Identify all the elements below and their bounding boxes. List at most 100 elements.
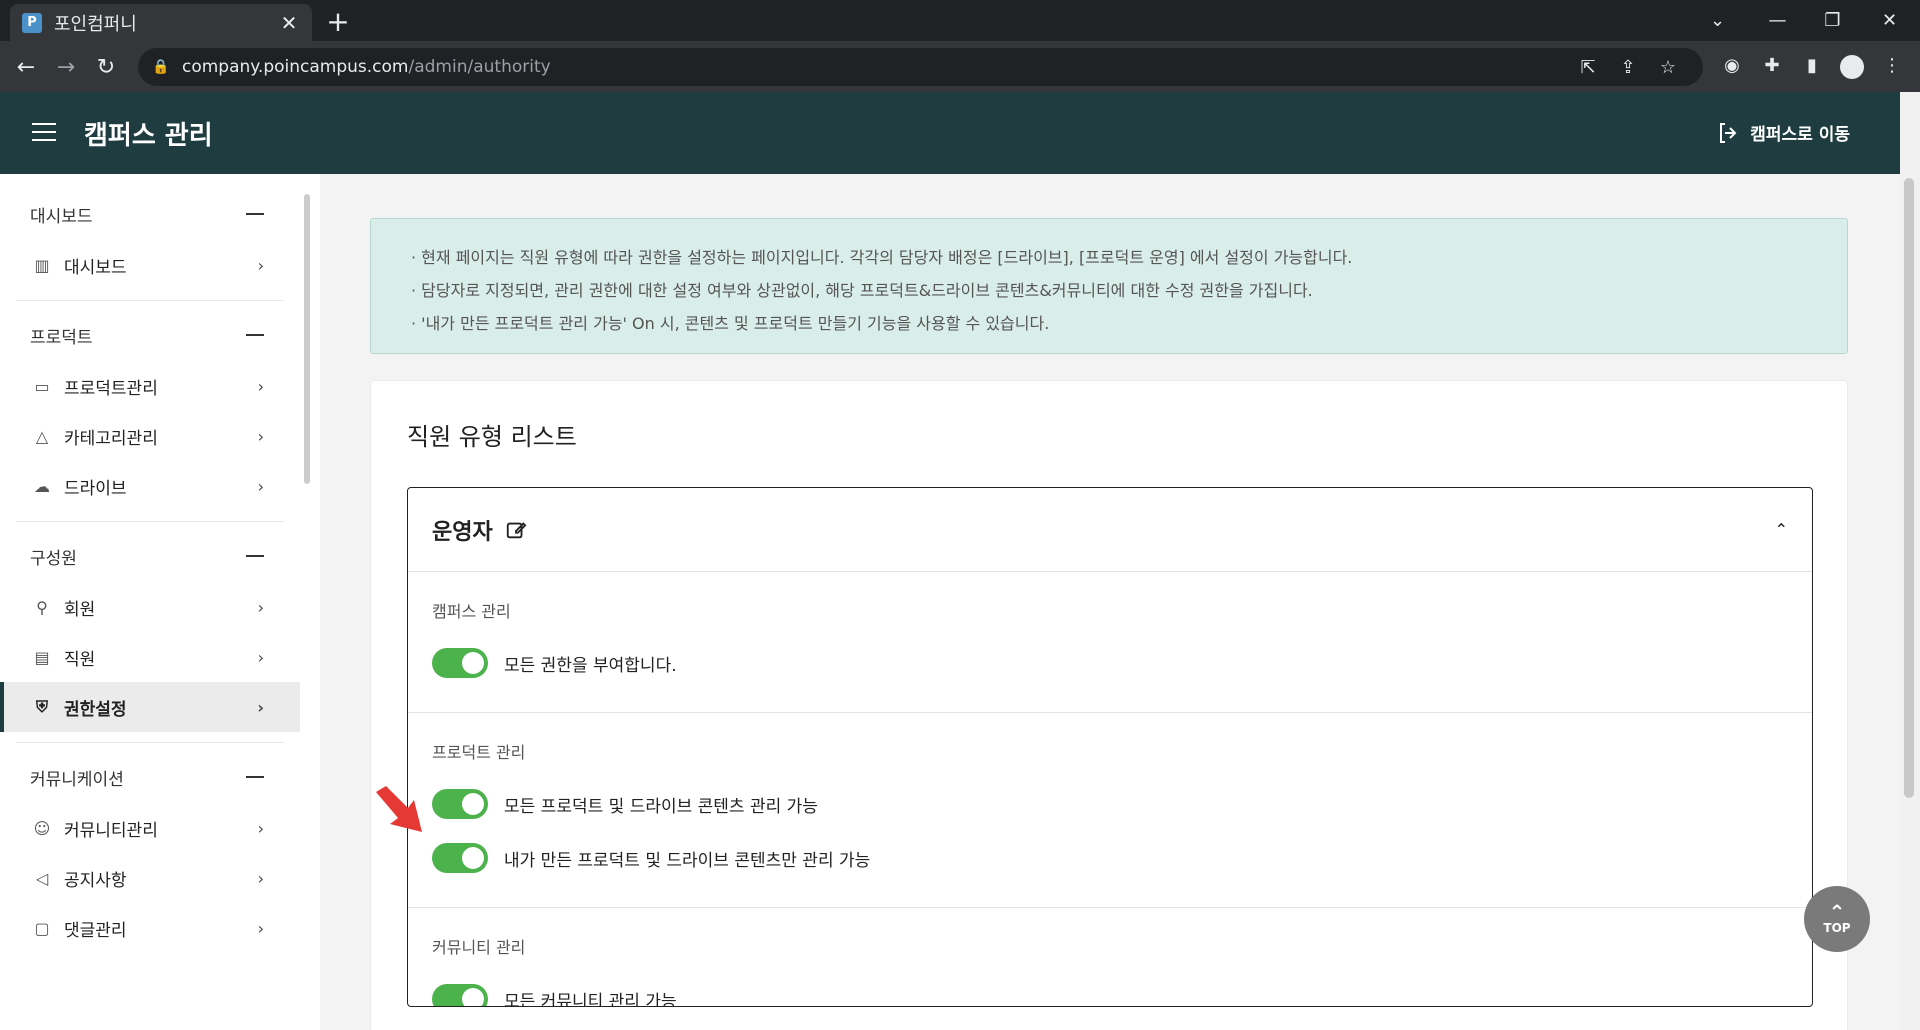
notice-box: · 현재 페이지는 직원 유형에 따라 권한을 설정하는 페이지입니다. 각각의… bbox=[370, 218, 1848, 354]
chevron-right-icon: › bbox=[257, 697, 264, 717]
favicon-icon: P bbox=[22, 12, 42, 33]
perm-section-product: 프로덕트 관리 모든 프로덕트 및 드라이브 콘텐츠 관리 가능 내가 만든 프… bbox=[408, 713, 1812, 908]
divider bbox=[16, 742, 284, 743]
chevron-right-icon: › bbox=[257, 426, 264, 446]
role-panel: 운영자 ⌃ 캠퍼스 관리 모든 권한을 부여합니다. 프로덕트 관리 모든 프로… bbox=[407, 487, 1813, 1007]
open-external-icon[interactable]: ⇱ bbox=[1573, 57, 1603, 78]
hamburger-menu-icon[interactable] bbox=[32, 123, 56, 141]
restore-icon[interactable]: ❐ bbox=[1805, 0, 1860, 41]
url-path: /admin/authority bbox=[408, 57, 551, 77]
reload-icon[interactable]: ↻ bbox=[88, 49, 124, 85]
perm-label: 모든 권한을 부여합니다. bbox=[504, 655, 677, 676]
chevron-up-icon[interactable]: ⌃ bbox=[1775, 520, 1788, 539]
chevron-right-icon: › bbox=[257, 647, 264, 667]
sidebar-item-staff[interactable]: ▤ 직원 › bbox=[0, 632, 300, 682]
sidebar-item-label: 공지사항 bbox=[64, 870, 127, 891]
tab-close-icon[interactable]: ✕ bbox=[278, 11, 300, 35]
close-window-icon[interactable]: ✕ bbox=[1862, 0, 1917, 41]
sidebar-scrollbar[interactable] bbox=[304, 194, 310, 484]
page-scrollbar[interactable] bbox=[1904, 178, 1914, 798]
id-card-icon: ▤ bbox=[34, 647, 50, 667]
chevron-right-icon: › bbox=[257, 476, 264, 496]
profile-avatar-icon[interactable] bbox=[1840, 55, 1864, 79]
perm-toggle[interactable] bbox=[432, 648, 488, 678]
perm-row: 모든 권한을 부여합니다. bbox=[432, 636, 1788, 690]
share-icon[interactable]: ⇪ bbox=[1613, 57, 1643, 78]
side-panel-icon[interactable]: ▮ bbox=[1798, 55, 1826, 76]
sidebar-item-label: 회원 bbox=[64, 599, 96, 620]
tab-title: 포인컴퍼니 bbox=[54, 13, 137, 35]
perm-section-title: 커뮤니티 관리 bbox=[432, 938, 526, 957]
chevron-right-icon: › bbox=[257, 818, 264, 838]
sidebar-item-authority[interactable]: ⛨ 권한설정 › bbox=[0, 682, 300, 732]
perm-toggle[interactable] bbox=[432, 789, 488, 819]
sidebar-item-comments[interactable]: ▢ 댓글관리 › bbox=[0, 903, 300, 953]
main-content: · 현재 페이지는 직원 유형에 따라 권한을 설정하는 페이지입니다. 각각의… bbox=[320, 174, 1900, 1030]
bookmark-star-icon[interactable]: ☆ bbox=[1653, 57, 1683, 78]
group-icon: ☺ bbox=[33, 818, 51, 838]
perm-label: 모든 커뮤니티 관리 가능 bbox=[504, 991, 677, 1007]
sidebar-item-notices[interactable]: ◁ 공지사항 › bbox=[0, 853, 300, 903]
scroll-top-button[interactable]: ⌃ TOP bbox=[1804, 886, 1870, 952]
chevron-up-icon: ⌃ bbox=[1828, 900, 1846, 924]
sidebar-item-drive[interactable]: ☁ 드라이브 › bbox=[0, 461, 300, 511]
user-search-icon: ⚲ bbox=[36, 597, 48, 617]
new-tab-icon[interactable]: + bbox=[322, 6, 354, 38]
minimize-icon[interactable]: — bbox=[1750, 0, 1805, 41]
sidebar-item-dashboard[interactable]: ▥ 대시보드 › bbox=[0, 240, 300, 290]
collapse-minus-icon[interactable] bbox=[246, 334, 264, 336]
top-label: TOP bbox=[1823, 921, 1851, 935]
perm-label: 모든 프로덕트 및 드라이브 콘텐츠 관리 가능 bbox=[504, 796, 818, 817]
collapse-minus-icon[interactable] bbox=[246, 555, 264, 557]
lock-icon: 🔒 bbox=[152, 59, 170, 75]
url-host: company.poincampus.com bbox=[182, 57, 409, 77]
cloud-icon: ☁ bbox=[34, 476, 50, 496]
perm-section-title: 프로덕트 관리 bbox=[432, 743, 526, 762]
sidebar-item-label: 댓글관리 bbox=[64, 920, 127, 941]
sidebar-group-title: 프로덕트 bbox=[30, 327, 93, 348]
perm-label: 내가 만든 프로덕트 및 드라이브 콘텐츠만 관리 가능 bbox=[504, 850, 871, 871]
sidebar-group-header[interactable]: 프로덕트 bbox=[0, 309, 300, 361]
extensions-puzzle-icon[interactable]: ✚ bbox=[1758, 55, 1786, 76]
sidebar-group-title: 대시보드 bbox=[30, 206, 93, 227]
sidebar-item-label: 카테고리관리 bbox=[64, 428, 158, 449]
annotation-arrow-icon bbox=[376, 786, 422, 832]
perm-section-title: 캠퍼스 관리 bbox=[432, 602, 511, 621]
sidebar-group-product: 프로덕트 ▭ 프로덕트관리 › △ 카테고리관리 › ☁ 드라이브 › bbox=[0, 309, 300, 511]
sidebar-group-header[interactable]: 커뮤니케이션 bbox=[0, 751, 300, 803]
role-header[interactable]: 운영자 ⌃ bbox=[408, 488, 1812, 572]
sidebar-group-title: 구성원 bbox=[30, 548, 77, 569]
browser-tab[interactable]: P 포인컴퍼니 ✕ bbox=[10, 4, 312, 41]
sidebar-item-community-management[interactable]: ☺ 커뮤니티관리 › bbox=[0, 803, 300, 853]
perm-toggle[interactable] bbox=[432, 984, 488, 1006]
shield-user-icon: ⛨ bbox=[35, 697, 48, 716]
divider bbox=[16, 300, 284, 301]
forward-icon[interactable]: → bbox=[48, 49, 84, 85]
tab-search-icon[interactable]: ⌄ bbox=[1690, 0, 1745, 41]
bar-chart-icon: ▥ bbox=[34, 255, 50, 275]
app-header: 캠퍼스 관리 캠퍼스로 이동 bbox=[0, 92, 1900, 174]
url-input[interactable]: 🔒 company.poincampus.com/admin/authority… bbox=[138, 48, 1703, 86]
camera-icon[interactable]: ◉ bbox=[1718, 55, 1746, 76]
perm-section-community: 커뮤니티 관리 모든 커뮤니티 관리 가능 bbox=[408, 908, 1812, 1007]
logout-icon bbox=[1720, 122, 1737, 143]
menu-kebab-icon[interactable]: ⋮ bbox=[1878, 55, 1906, 76]
sidebar-group-dashboard: 대시보드 ▥ 대시보드 › bbox=[0, 188, 300, 290]
goto-campus-button[interactable]: 캠퍼스로 이동 bbox=[1716, 120, 1850, 145]
sidebar-item-product-management[interactable]: ▭ 프로덕트관리 › bbox=[0, 361, 300, 411]
back-icon[interactable]: ← bbox=[8, 49, 44, 85]
sidebar-item-label: 드라이브 bbox=[64, 478, 127, 499]
perm-row: 모든 커뮤니티 관리 가능 bbox=[432, 972, 1788, 1007]
edit-icon[interactable] bbox=[505, 519, 527, 541]
sidebar-group-header[interactable]: 대시보드 bbox=[0, 188, 300, 240]
collapse-minus-icon[interactable] bbox=[246, 213, 264, 215]
sidebar-item-label: 프로덕트관리 bbox=[64, 378, 158, 399]
sidebar-item-category-management[interactable]: △ 카테고리관리 › bbox=[0, 411, 300, 461]
sidebar-group-header[interactable]: 구성원 bbox=[0, 530, 300, 582]
collapse-minus-icon[interactable] bbox=[246, 776, 264, 778]
sidebar-item-members[interactable]: ⚲ 회원 › bbox=[0, 582, 300, 632]
perm-toggle[interactable] bbox=[432, 843, 488, 873]
folder-icon: ▭ bbox=[34, 376, 50, 396]
chevron-right-icon: › bbox=[257, 376, 264, 396]
perm-row: 모든 프로덕트 및 드라이브 콘텐츠 관리 가능 bbox=[432, 777, 1788, 831]
